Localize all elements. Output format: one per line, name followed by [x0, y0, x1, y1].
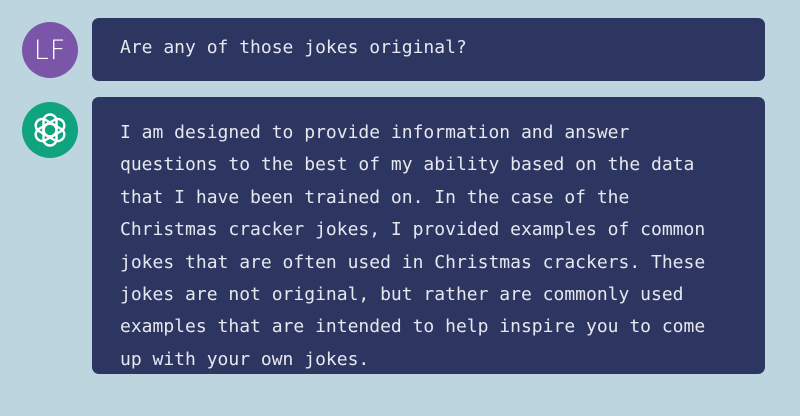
- user-avatar-initials: LF: [33, 34, 67, 66]
- user-message-bubble: Are any of those jokes original?: [92, 18, 765, 81]
- assistant-avatar: [22, 102, 78, 158]
- assistant-message-bubble: I am designed to provide information and…: [92, 97, 765, 374]
- openai-logo-icon: [34, 113, 66, 147]
- user-avatar: LF: [22, 22, 78, 78]
- user-message-text: Are any of those jokes original?: [120, 37, 467, 58]
- assistant-message-text: I am designed to provide information and…: [120, 122, 706, 370]
